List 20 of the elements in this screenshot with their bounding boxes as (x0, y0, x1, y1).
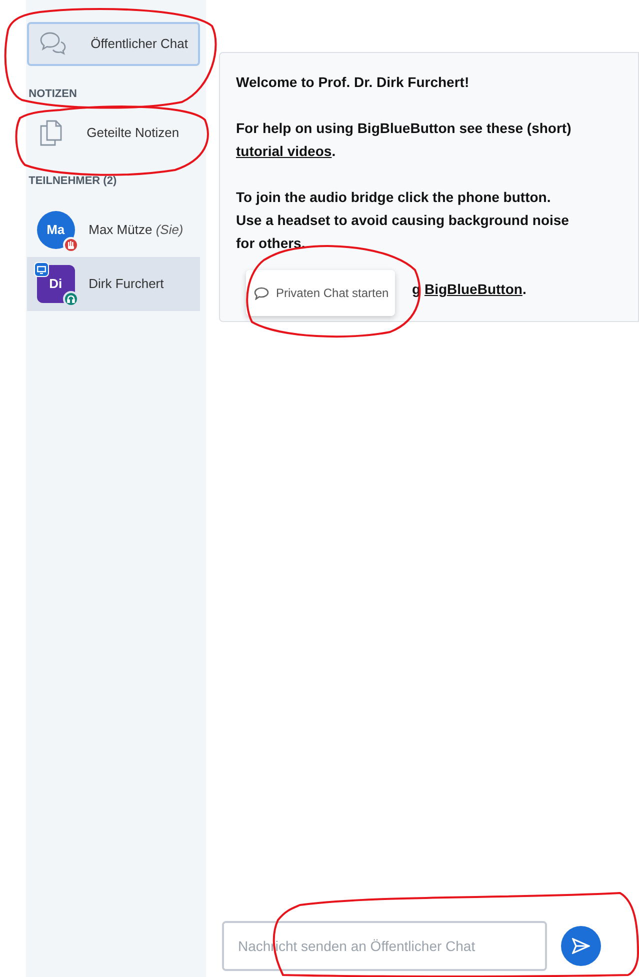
welcome-paragraph: For help on using BigBlueButton see these (short) tutorial videos. (236, 119, 572, 161)
section-heading: NOTIZEN (28, 87, 78, 102)
section-heading: TEILNEHMER (2) (28, 174, 118, 188)
participant-item[interactable]: Ma Max Mütze (Sie) (26, 203, 200, 257)
documents-icon (38, 118, 63, 146)
welcome-title: Welcome to Prof. Dr. Dirk Furchert! (236, 73, 470, 92)
chat-bubbles-icon (38, 31, 67, 57)
tooltip: Privaten Chat starten (246, 270, 395, 316)
participant-item[interactable]: Di Dirk Furchert (26, 257, 200, 311)
send-button[interactable] (561, 926, 601, 966)
participant-name: Max Mütze (Sie) (88, 221, 184, 240)
sidebar-item[interactable]: Geteilte Notizen (26, 110, 200, 154)
text-link[interactable]: tutorial videos (236, 143, 332, 159)
send-icon (572, 938, 590, 954)
participant-name: Dirk Furchert (88, 275, 164, 294)
sidebar-item[interactable]: Öffentlicher Chat (26, 22, 200, 66)
welcome-paragraph: To join the audio bridge click the phone button. Use a headset to avoid causing background noise for others. (236, 188, 570, 253)
avatar: Ma (36, 211, 75, 249)
chat-bubble-icon (254, 286, 269, 300)
text-link[interactable]: BigBlueButton (424, 281, 522, 297)
